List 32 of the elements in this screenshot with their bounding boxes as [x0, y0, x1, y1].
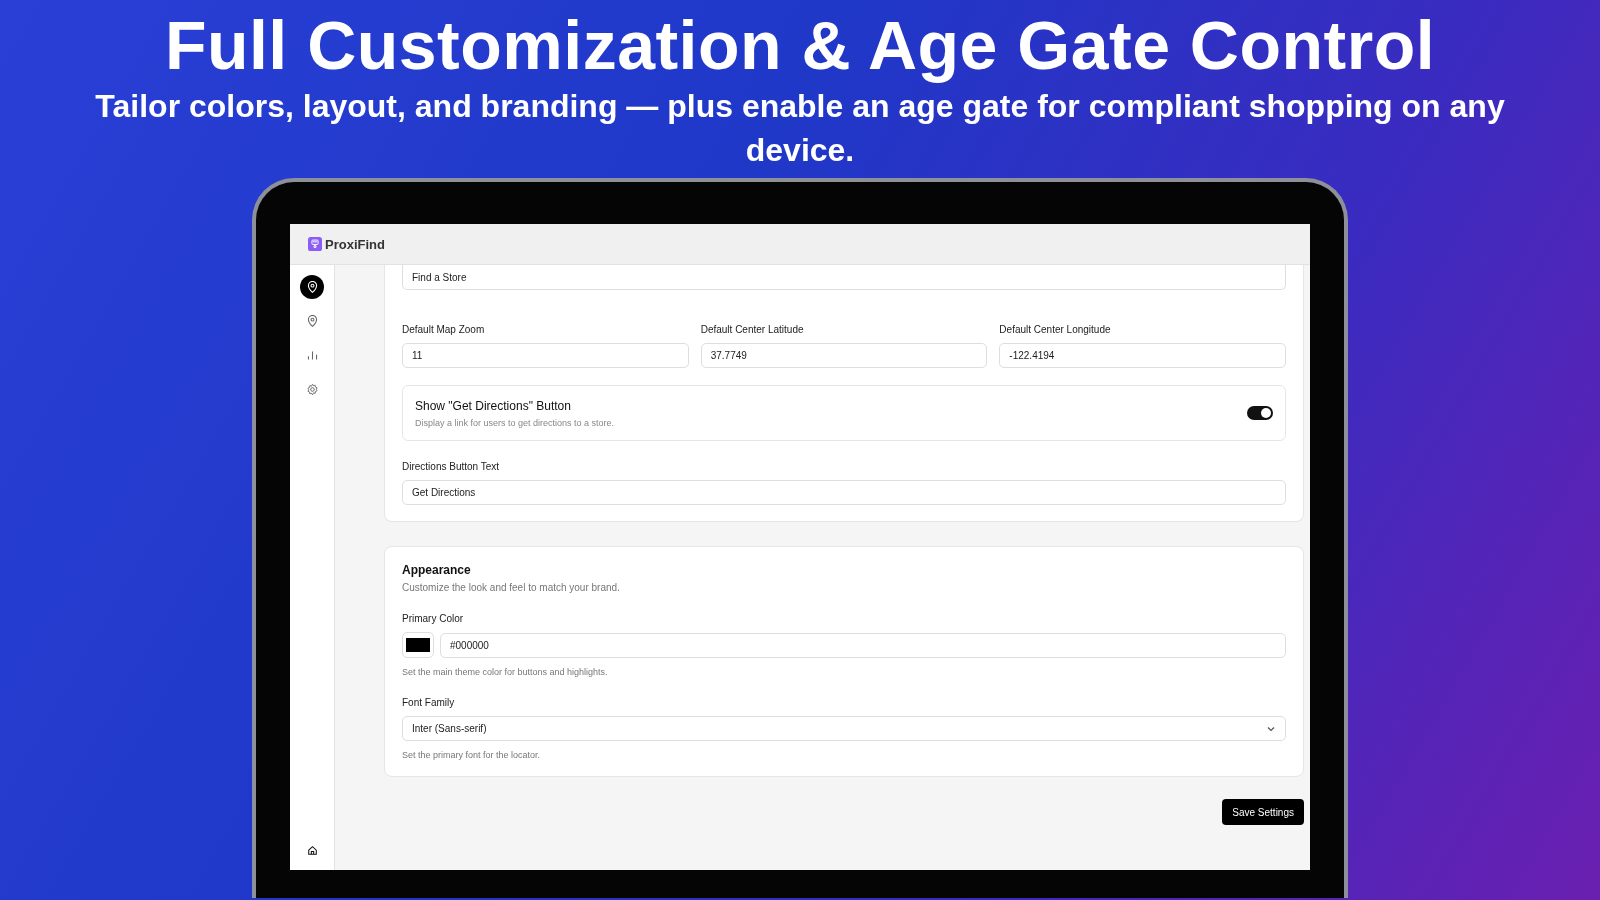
home-icon[interactable]	[306, 845, 318, 856]
settings-icon	[305, 382, 319, 396]
color-picker[interactable]	[402, 632, 434, 658]
help-text: Set the main theme color for buttons and highlights.	[402, 667, 609, 677]
toggle-description: Display a link for users to get directions to a store.	[415, 417, 615, 428]
card-title: Appearance	[402, 563, 472, 577]
map-pin-icon	[305, 280, 319, 294]
field-label: Default Center Latitude	[700, 324, 805, 335]
input-field[interactable]: Get Directions	[402, 480, 1286, 505]
map-pin-icon	[305, 314, 319, 328]
toggle-title: Show "Get Directions" Button	[415, 398, 572, 413]
input-field[interactable]: 11	[402, 343, 689, 368]
field-label: Default Map Zoom	[402, 324, 486, 335]
save-button[interactable]: Save Settings	[1222, 799, 1304, 825]
sidebar-item[interactable]	[300, 275, 324, 299]
help-text: Set the primary font for the locator.	[402, 750, 542, 760]
field-label: Font Family	[402, 697, 456, 708]
card-description: Customize the look and feel to match your brand.	[402, 582, 621, 593]
input-field[interactable]: #000000	[440, 632, 1286, 658]
field-label: Directions Button Text	[402, 461, 501, 472]
select-field[interactable]: Inter (Sans-serif)	[402, 716, 1286, 741]
input-field[interactable]: 37.7749	[700, 343, 988, 368]
field-label: Default Center Longitude	[999, 324, 1112, 335]
toggle-switch[interactable]	[1247, 406, 1273, 420]
subheadline: Tailor colors, layout, and branding — plus enable an age gate for compliant shopping on any device.	[94, 87, 1506, 170]
headline: Full Customization & Age Gate Control	[164, 6, 1436, 84]
input-field[interactable]: -122.4194	[999, 343, 1286, 368]
logo-icon	[308, 237, 322, 251]
input-field[interactable]: Find a Store	[402, 265, 1286, 290]
field-label: Primary Color	[402, 613, 465, 624]
app-name: ProxiFind	[325, 236, 385, 252]
bar-chart-icon	[305, 348, 319, 362]
